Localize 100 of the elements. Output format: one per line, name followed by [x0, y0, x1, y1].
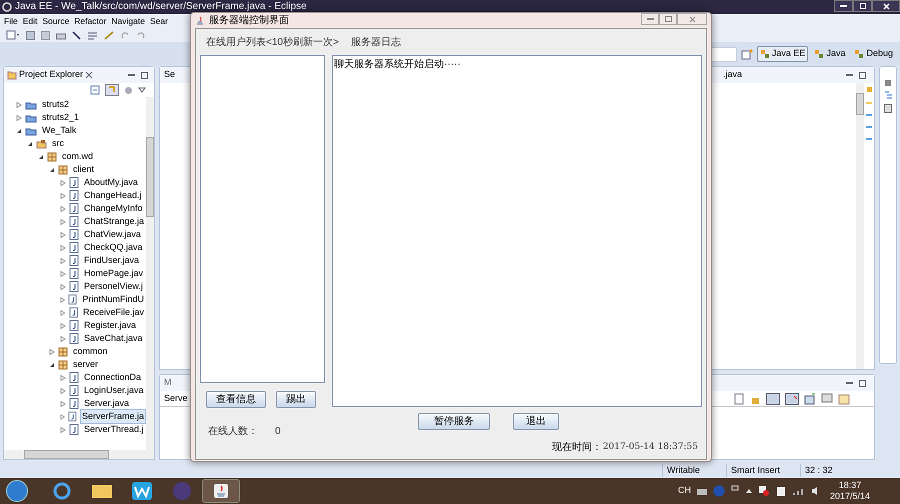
- pause-service-button[interactable]: 暂停服务: [418, 413, 490, 430]
- collapsed-arrow-icon[interactable]: [60, 388, 66, 394]
- panel-tab[interactable]: M: [164, 376, 172, 390]
- collapsed-arrow-icon[interactable]: [49, 348, 55, 354]
- window-icon[interactable]: [804, 392, 816, 404]
- tree-item[interactable]: struts2: [40, 98, 72, 112]
- tree-item[interactable]: src: [50, 136, 66, 150]
- collapsed-arrow-icon[interactable]: [60, 232, 66, 238]
- menu-item[interactable]: Edit: [22, 14, 38, 28]
- language-indicator[interactable]: CH: [678, 484, 691, 498]
- tree-item[interactable]: HomePage.jav: [82, 266, 146, 280]
- collapsed-arrow-icon[interactable]: [60, 400, 66, 406]
- minimize-icon[interactable]: [846, 382, 853, 384]
- minimize-icon[interactable]: [128, 74, 135, 76]
- tree-item[interactable]: ChatView.java: [82, 228, 143, 242]
- tree-item[interactable]: server: [71, 358, 100, 372]
- tree-item[interactable]: PrintNumFindU: [80, 292, 146, 306]
- menu-item[interactable]: Sear: [150, 14, 168, 28]
- maximize-icon[interactable]: [859, 380, 866, 386]
- menu-item[interactable]: Source: [42, 14, 70, 28]
- tree-item[interactable]: ChangeHead.j: [82, 188, 144, 202]
- expanded-arrow-icon[interactable]: [27, 140, 33, 146]
- collapsed-arrow-icon[interactable]: [60, 258, 66, 264]
- start-button[interactable]: [6, 480, 28, 502]
- editor-tab[interactable]: Se: [164, 68, 176, 82]
- collapsed-arrow-icon[interactable]: [60, 206, 66, 212]
- tree-item[interactable]: Server.java: [82, 396, 132, 410]
- tree-item[interactable]: SaveChat.java: [82, 332, 145, 346]
- perspective-button[interactable]: Java: [811, 46, 848, 62]
- java-taskbar-button[interactable]: [202, 479, 240, 503]
- pencil-icon[interactable]: [72, 30, 81, 40]
- collapsed-arrow-icon[interactable]: [16, 102, 22, 108]
- scrollbar[interactable]: [146, 97, 154, 450]
- log-area[interactable]: 聊天服务器系统开始启动·····: [332, 55, 702, 407]
- open-perspective-icon[interactable]: [740, 48, 753, 60]
- tree-item[interactable]: ReceiveFile.jav: [80, 306, 146, 320]
- collapsed-arrow-icon[interactable]: [60, 270, 66, 276]
- tree-item[interactable]: PersonelView.j: [82, 280, 145, 294]
- link-icon[interactable]: [105, 84, 119, 96]
- collapsed-arrow-icon[interactable]: [60, 296, 66, 302]
- tree-item[interactable]: FindUser.java: [82, 254, 142, 268]
- tree-item[interactable]: ServerThread.j: [82, 422, 146, 436]
- close-icon[interactable]: [85, 71, 94, 79]
- exit-button[interactable]: 退出: [513, 413, 559, 430]
- minimize-icon[interactable]: [846, 74, 853, 76]
- menu-item[interactable]: Navigate: [111, 14, 145, 28]
- collapsed-arrow-icon[interactable]: [60, 426, 66, 432]
- close-button[interactable]: [872, 0, 900, 12]
- collapsed-arrow-icon[interactable]: [60, 374, 66, 380]
- annotation-marker[interactable]: [866, 138, 872, 140]
- tree-item[interactable]: client: [71, 162, 96, 176]
- tree-item[interactable]: LoginUser.java: [82, 384, 146, 398]
- list-icon[interactable]: [87, 30, 98, 40]
- collapsed-arrow-icon[interactable]: [60, 336, 66, 342]
- collapsed-arrow-icon[interactable]: [60, 322, 66, 328]
- maximize-button[interactable]: [853, 0, 872, 12]
- new-file-icon[interactable]: [6, 30, 20, 40]
- scrollbar[interactable]: [856, 83, 864, 369]
- collapsed-arrow-icon[interactable]: [60, 284, 66, 290]
- folder-icon[interactable]: [838, 392, 850, 404]
- warning-marker[interactable]: [866, 87, 872, 92]
- tree-item[interactable]: struts2_1: [40, 110, 82, 124]
- annotation-marker[interactable]: [866, 126, 872, 128]
- tree-item[interactable]: ChatStrange.ja: [82, 214, 146, 228]
- column-header[interactable]: Serve: [164, 392, 188, 406]
- collapsed-arrow-icon[interactable]: [60, 180, 66, 186]
- menu-item[interactable]: File: [4, 14, 18, 28]
- tree-item[interactable]: We_Talk: [40, 124, 78, 138]
- dropdown-icon[interactable]: [138, 87, 146, 93]
- collapsed-arrow-icon[interactable]: [60, 310, 66, 316]
- redo-icon[interactable]: [136, 30, 145, 40]
- collapsed-arrow-icon[interactable]: [16, 114, 22, 120]
- expanded-arrow-icon[interactable]: [49, 166, 55, 172]
- perspective-button[interactable]: Debug: [851, 46, 896, 62]
- menu-item[interactable]: Refactor: [74, 14, 106, 28]
- outline-icon[interactable]: [884, 91, 892, 100]
- collapsed-arrow-icon[interactable]: [60, 192, 66, 198]
- collapsed-arrow-icon[interactable]: [60, 244, 66, 250]
- tree-item[interactable]: com.wd: [60, 150, 96, 164]
- user-list[interactable]: [200, 55, 325, 383]
- pin-icon[interactable]: [884, 79, 892, 87]
- tree-item[interactable]: common: [71, 344, 110, 358]
- annotation-marker[interactable]: [866, 102, 872, 104]
- maximize-icon[interactable]: [859, 72, 866, 78]
- kick-button[interactable]: 踢出: [276, 391, 316, 408]
- expanded-arrow-icon[interactable]: [49, 362, 55, 368]
- signal-icon[interactable]: [792, 486, 806, 496]
- tree-item[interactable]: ConnectionDa: [82, 370, 144, 384]
- annotation-marker[interactable]: [866, 114, 872, 116]
- document-icon[interactable]: [734, 392, 745, 404]
- minimize-button[interactable]: [834, 0, 853, 12]
- expanded-arrow-icon[interactable]: [16, 128, 22, 134]
- collapse-all-icon[interactable]: [90, 85, 100, 95]
- flag-icon[interactable]: [758, 485, 770, 497]
- tree-item[interactable]: Register.java: [82, 318, 138, 332]
- clock[interactable]: 18:37 2017/5/14: [830, 480, 870, 502]
- expanded-arrow-icon[interactable]: [38, 154, 44, 160]
- tree-item[interactable]: AboutMy.java: [82, 176, 140, 190]
- undo-icon[interactable]: [121, 30, 130, 40]
- horizontal-scrollbar[interactable]: [4, 450, 154, 459]
